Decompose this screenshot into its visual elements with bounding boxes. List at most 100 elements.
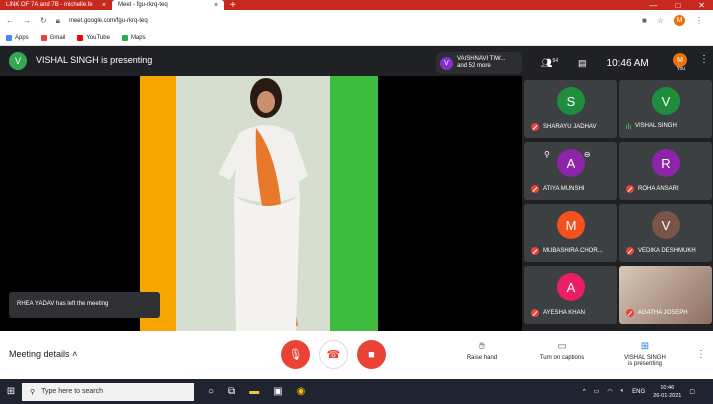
meeting-details-label: Meeting details [9, 349, 70, 359]
dancer-figure [218, 78, 308, 331]
captions-icon: ▭ [557, 341, 567, 352]
participant-avatar: V [652, 87, 680, 115]
chevron-up-icon[interactable]: ^ [583, 389, 586, 395]
participant-name: AYESHA KHAN [543, 310, 585, 316]
tab-close-icon[interactable]: × [102, 2, 106, 9]
participant-tile[interactable]: A AYESHA KHAN [524, 266, 617, 324]
more-options-icon[interactable]: ⋮ [696, 349, 706, 360]
remove-icon[interactable]: ⊖ [584, 150, 591, 159]
presenting-button[interactable]: ⊞ VISHAL SINGH is presenting [616, 341, 674, 367]
active-speaker-chip[interactable]: V VAISHNAVI TIW... and 52 more [436, 52, 522, 74]
participant-name: ATIYA MUNSHI [543, 186, 585, 192]
bookmark-label: Apps [15, 35, 29, 41]
camera-toggle-button[interactable]: ■ [357, 340, 386, 369]
volume-icon[interactable]: 🔈︎ [621, 388, 625, 395]
captions-button[interactable]: ▭ Turn on captions [532, 341, 592, 361]
search-placeholder: Type here to search [41, 388, 104, 395]
participant-tile-video[interactable]: AGATHA JOSEPH [619, 266, 712, 324]
presenter-banner: VISHAL SINGH is presenting [36, 55, 153, 65]
self-avatar[interactable]: M [673, 53, 687, 67]
bookmark-label: Gmail [49, 35, 66, 41]
participant-name: MUBASHIRA CHOR... [543, 248, 603, 254]
tab-meet[interactable]: Meet - fgu-rkrq-teq × [112, 0, 224, 10]
search-icon: ⚲ [30, 388, 36, 396]
taskbar-search[interactable]: ⚲ Type here to search [22, 382, 194, 401]
speaking-indicator-icon [626, 123, 631, 129]
more-options-icon[interactable]: ⋮ [699, 54, 709, 65]
language-indicator[interactable]: ENG [632, 389, 645, 395]
forward-arrow-icon[interactable]: → [23, 16, 31, 25]
minimize-button[interactable]: — [649, 1, 657, 10]
maximize-button[interactable]: □ [675, 1, 680, 10]
participant-tile[interactable]: R ROHA ANSARI [619, 142, 712, 200]
bookmark-youtube[interactable]: YouTube [77, 35, 110, 41]
participant-avatar: M [557, 211, 585, 239]
store-icon[interactable]: ▣ [273, 386, 282, 397]
raise-hand-button[interactable]: ✋︎ Raise hand [463, 341, 501, 361]
hand-icon: ✋︎ [479, 341, 485, 352]
cortana-icon[interactable]: ○ [208, 386, 214, 397]
participant-name: VEDIKA DESHMUKH [638, 248, 696, 254]
participant-tile[interactable]: A ⚲ ⊖ ATIYA MUNSHI [524, 142, 617, 200]
bookmark-label: Maps [130, 35, 146, 41]
participants-button[interactable]: 👥︎54 [541, 58, 558, 69]
participant-grid: S SHARAYU JADHAV V VISHAL SINGH A ⚲ ⊖ ATI… [522, 76, 713, 331]
bookmarks-bar: Apps Gmail YouTube Maps [0, 31, 713, 46]
task-view-icon[interactable]: ⧉ [228, 386, 235, 397]
leave-call-button[interactable]: ☎︎ [319, 340, 348, 369]
participant-tile[interactable]: S SHARAYU JADHAV [524, 80, 617, 138]
camera-icon[interactable]: ■ [642, 16, 647, 25]
raise-hand-label: Raise hand [466, 355, 498, 361]
mic-off-icon [626, 309, 634, 317]
mic-off-icon [626, 247, 634, 255]
participant-name: ROHA ANSARI [638, 186, 679, 192]
camera-off-icon: ■ [368, 348, 375, 361]
self-label: You [676, 66, 685, 72]
battery-icon[interactable]: ▭ [594, 388, 600, 395]
bookmark-maps[interactable]: Maps [121, 35, 146, 41]
participant-tile[interactable]: V VISHAL SINGH [619, 80, 712, 138]
mic-off-icon [531, 185, 539, 193]
chrome-icon[interactable]: ◉ [297, 386, 306, 397]
tab-title: Meet - fgu-rkrq-teq [118, 2, 168, 8]
browser-tab-strip: LINK OF 7A and 7B - michelle.fe × Meet -… [0, 0, 713, 11]
bookmark-apps[interactable]: Apps [6, 35, 29, 41]
gmail-icon [40, 35, 47, 41]
pin-icon[interactable]: ⚲ [544, 150, 550, 159]
tab-title: LINK OF 7A and 7B - michelle.fe [6, 2, 93, 8]
bookmark-gmail[interactable]: Gmail [40, 35, 66, 41]
more-participants: and 52 more [457, 63, 491, 69]
notifications-icon[interactable]: ▢ [689, 388, 695, 395]
participant-tile[interactable]: V VEDIKA DESHMUKH [619, 204, 712, 262]
participant-name: AGATHA JOSEPH [638, 310, 688, 316]
file-explorer-icon[interactable]: ▬ [249, 386, 259, 397]
profile-avatar[interactable]: M [674, 15, 685, 26]
mic-toggle-button[interactable]: 🎙︎ [281, 340, 310, 369]
reload-icon[interactable]: ↻ [40, 16, 47, 25]
participant-avatar: R [652, 149, 680, 177]
star-icon[interactable]: ☆ [657, 16, 664, 25]
url-field[interactable]: meet.google.com/fgu-rkrq-teq [69, 18, 148, 24]
taskbar-clock[interactable]: 10:46 26-01-2021 [653, 384, 681, 400]
maps-pin-icon [121, 35, 128, 41]
participant-tile[interactable]: M MUBASHIRA CHOR... [524, 204, 617, 262]
meeting-clock: 10:46 AM [606, 57, 649, 69]
participant-name: VISHAL SINGH [635, 123, 677, 129]
windows-start-icon[interactable]: ⊞ [0, 386, 22, 397]
mic-off-icon [531, 309, 539, 317]
back-arrow-icon[interactable]: ← [6, 16, 14, 25]
wifi-icon[interactable]: ◠ [607, 388, 612, 395]
meeting-details-button[interactable]: Meeting details ˄ [9, 349, 77, 359]
presenter-avatar: V [9, 52, 27, 70]
new-tab-button[interactable]: + [230, 0, 236, 11]
close-window-button[interactable]: ✕ [698, 1, 705, 10]
tab-link-7a-7b[interactable]: LINK OF 7A and 7B - michelle.fe × [0, 0, 112, 10]
chat-icon[interactable]: ▤ [578, 58, 587, 69]
mic-off-icon [531, 123, 539, 131]
tab-close-icon[interactable]: × [214, 2, 218, 9]
kebab-menu-icon[interactable]: ⋮ [695, 16, 703, 25]
meeting-controls-bar: Meeting details ˄ 🎙︎ ☎︎ ■ ✋︎ Raise hand … [0, 331, 713, 379]
lock-icon[interactable]: 🔒︎ [56, 16, 60, 26]
address-bar: ← → ↻ 🔒︎ meet.google.com/fgu-rkrq-teq ■ … [0, 10, 713, 31]
present-screen-icon: ⊞ [640, 341, 650, 352]
